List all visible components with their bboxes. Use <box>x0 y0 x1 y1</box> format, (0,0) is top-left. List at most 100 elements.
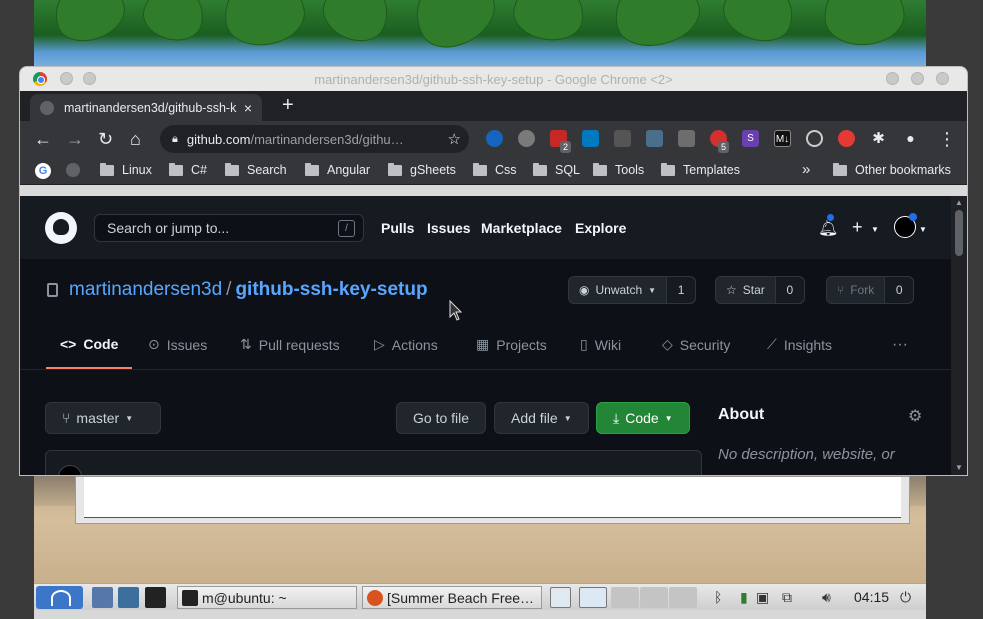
github-bookmark[interactable] <box>66 163 80 177</box>
bookmark-folder[interactable]: Css <box>473 162 517 177</box>
github-logo-icon[interactable] <box>45 212 77 244</box>
address-bar[interactable]: 🔒︎ github.com /martinandersen3d/githu… ☆ <box>160 125 469 153</box>
bookmark-label: Tools <box>615 163 645 177</box>
bookmark-label: gSheets <box>410 163 456 177</box>
workspace-2[interactable] <box>579 587 607 608</box>
nav-pulls[interactable]: Pulls <box>381 220 414 236</box>
clock[interactable]: 04:15 <box>854 589 889 605</box>
taskbar-browser-task[interactable]: [Summer Beach Free… <box>362 586 542 609</box>
profile-icon[interactable]: ● <box>902 130 919 147</box>
google-bookmark[interactable]: G <box>35 163 51 179</box>
show-desktop-icon[interactable] <box>92 587 113 608</box>
battery-icon[interactable]: ▮ <box>740 589 748 606</box>
start-menu-button[interactable] <box>36 586 83 609</box>
watchers-count[interactable]: 1 <box>667 277 696 303</box>
tab-insights[interactable]: ⟋ Insights <box>767 336 832 353</box>
add-file-button[interactable]: Add file ▼ <box>494 402 589 434</box>
workspace-3[interactable] <box>611 587 639 608</box>
user-avatar[interactable] <box>894 213 917 238</box>
extension-gear-icon[interactable] <box>518 130 535 147</box>
extension-red-icon[interactable] <box>838 130 855 147</box>
bookmarks-overflow-button[interactable]: » <box>802 161 810 178</box>
taskbar-terminal-task[interactable]: m@ubuntu: ~ <box>177 586 357 609</box>
bookmark-star-icon[interactable]: ☆ <box>448 130 461 148</box>
tab-close-icon[interactable]: × <box>244 100 252 116</box>
go-to-file-button[interactable]: Go to file <box>396 402 487 434</box>
bluetooth-icon[interactable]: ᛒ <box>714 589 722 605</box>
gear-icon[interactable]: ⚙ <box>908 406 922 426</box>
tab-issues[interactable]: ⊙ Issues <box>148 336 207 353</box>
tab-wiki[interactable]: ▯ Wiki <box>580 336 621 353</box>
chrome-menu-icon[interactable]: ⋮ <box>938 129 956 150</box>
extension-thumb-icon[interactable] <box>678 130 695 147</box>
extension-target-icon[interactable] <box>806 130 823 147</box>
tab-code[interactable]: <> Code <box>60 336 118 352</box>
forward-button[interactable]: → <box>66 129 84 150</box>
reload-button[interactable]: ↻ <box>98 129 113 150</box>
terminal-launcher-icon[interactable] <box>145 587 166 608</box>
power-icon[interactable]: ⏻ <box>900 589 911 606</box>
extension-eye-icon[interactable] <box>614 130 631 147</box>
tab-security[interactable]: ◇ Security <box>662 336 730 353</box>
extensions-puzzle-icon[interactable]: ✱ <box>870 130 887 147</box>
scroll-down-icon[interactable]: ▼ <box>955 463 963 472</box>
network-icon[interactable]: ⧉ <box>782 589 792 606</box>
unwatch-button[interactable]: ◉ Unwatch ▼ <box>569 277 668 303</box>
star-button[interactable]: ☆ Star <box>716 277 776 303</box>
clipboard-icon[interactable]: ▣ <box>756 589 769 606</box>
home-button[interactable]: ⌂ <box>130 129 141 150</box>
file-manager-icon[interactable] <box>118 587 139 608</box>
chevron-down-icon: ▼ <box>919 225 927 234</box>
tab-actions[interactable]: ▷ Actions <box>374 336 438 353</box>
bookmark-folder[interactable]: Templates <box>661 162 740 177</box>
github-search-input[interactable]: Search or jump to... / <box>94 214 364 242</box>
tab-pull-requests[interactable]: ⇅ Pull requests <box>240 336 340 353</box>
browser-tab-active[interactable]: martinandersen3d/github-ssh-k × <box>30 94 262 121</box>
fork-button[interactable]: ⑂ Fork <box>827 277 886 303</box>
fork-icon: ⑂ <box>837 283 845 297</box>
window-maximize-button[interactable] <box>911 72 924 85</box>
markdown-extension-icon[interactable]: M↓ <box>774 130 791 147</box>
bookmark-folder[interactable]: Linux <box>100 162 152 177</box>
scroll-up-icon[interactable]: ▲ <box>955 198 963 207</box>
page-scrollbar[interactable]: ▲ ▼ <box>951 196 967 475</box>
bookmark-folder[interactable]: gSheets <box>388 162 456 177</box>
other-bookmarks-folder[interactable]: Other bookmarks <box>833 162 951 177</box>
window-minimize-button[interactable] <box>886 72 899 85</box>
trello-extension-icon[interactable] <box>582 130 599 147</box>
back-button[interactable]: ← <box>34 129 52 150</box>
workspace-4[interactable] <box>640 587 668 608</box>
create-new-button[interactable]: + <box>852 217 863 238</box>
forks-count[interactable]: 0 <box>885 277 914 303</box>
new-tab-button[interactable]: + <box>282 94 294 117</box>
nav-marketplace[interactable]: Marketplace <box>481 220 562 236</box>
more-tabs-button[interactable]: ··· <box>892 336 908 354</box>
bookmark-folder[interactable]: C# <box>169 162 207 177</box>
bookmark-folder[interactable]: Tools <box>593 162 645 177</box>
nav-explore[interactable]: Explore <box>575 220 626 236</box>
extension-s-icon[interactable]: S <box>742 130 759 147</box>
extension-camera-icon[interactable] <box>646 130 663 147</box>
tab-projects[interactable]: ▦ Projects <box>476 336 547 353</box>
bookmark-folder[interactable]: Search <box>225 162 287 177</box>
bookmark-folder[interactable]: SQL <box>533 162 580 177</box>
repo-owner-link[interactable]: martinandersen3d <box>69 279 222 300</box>
extension-gem-icon[interactable] <box>486 130 503 147</box>
workspace-5[interactable] <box>669 587 697 608</box>
window-titlebar[interactable]: martinandersen3d/github-ssh-key-setup - … <box>20 67 967 91</box>
notifications-bell-icon[interactable]: 🔔︎ <box>818 213 838 238</box>
workspace-1[interactable] <box>550 587 571 608</box>
stars-count[interactable]: 0 <box>775 277 804 303</box>
volume-icon[interactable]: 🔊︎ <box>822 589 831 606</box>
github-header: Search or jump to... / Pulls Issues Mark… <box>20 196 951 259</box>
bookmark-folder[interactable]: Angular <box>305 162 370 177</box>
code-download-button[interactable]: ⤓ Code ▼ <box>596 402 690 434</box>
scrollbar-thumb[interactable] <box>955 210 963 256</box>
repo-name-link[interactable]: github-ssh-key-setup <box>235 279 427 300</box>
window-close-button[interactable] <box>936 72 949 85</box>
branch-select-button[interactable]: ⑂ master ▼ <box>45 402 161 434</box>
task-label: m@ubuntu: ~ <box>202 589 287 606</box>
nav-issues[interactable]: Issues <box>427 220 471 236</box>
star-icon: ☆ <box>726 283 737 297</box>
folder-icon <box>100 162 114 176</box>
